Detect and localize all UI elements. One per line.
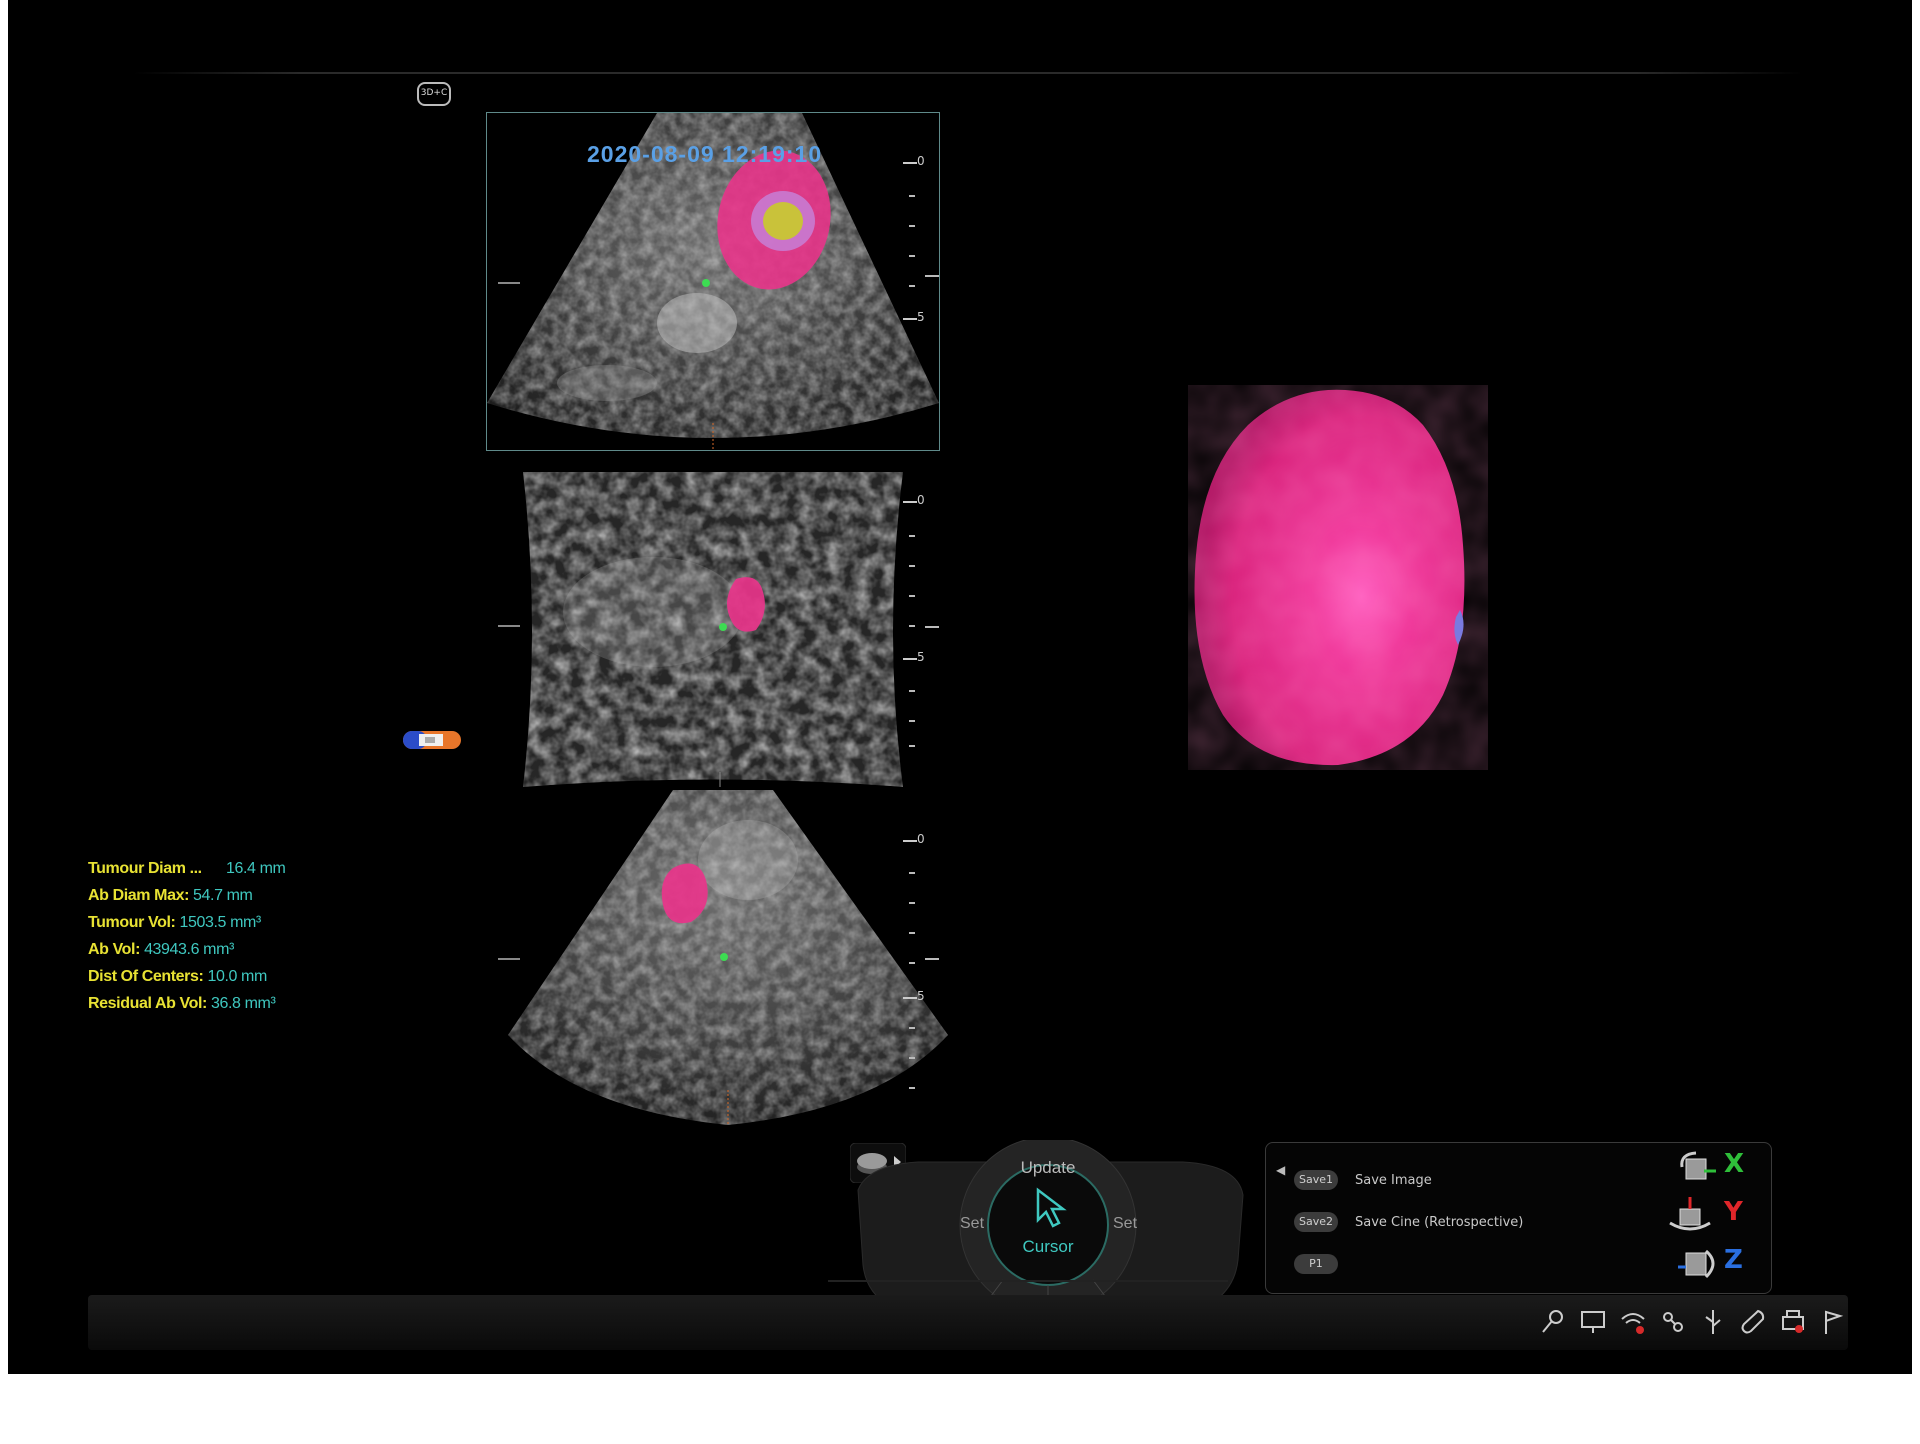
center-marker-left-c — [498, 958, 520, 960]
console-bezel — [828, 1280, 1228, 1282]
printer-icon[interactable] — [1778, 1307, 1808, 1337]
plane-c-scan — [508, 790, 948, 1125]
status-icons — [1538, 1307, 1848, 1337]
center-marker-left-b — [498, 625, 520, 627]
rotate-x-icon[interactable] — [1676, 1149, 1724, 1189]
save-panel: ◀ Save1 Save Image Save2 Save Cine (Retr… — [1265, 1142, 1772, 1294]
p1-row[interactable]: P1 — [1294, 1251, 1355, 1277]
update-button[interactable]: Update — [1018, 1158, 1078, 1178]
probe-orientation-icon — [403, 731, 461, 749]
key-icon[interactable] — [1538, 1307, 1568, 1337]
depth-ruler-c: 0 5 — [903, 832, 943, 1102]
network-icon[interactable] — [1658, 1307, 1688, 1337]
wrench-icon[interactable] — [1738, 1307, 1768, 1337]
collapse-arrow-icon[interactable]: ◀ — [1276, 1163, 1285, 1177]
measurement-row: Ab Diam Max: 54.7 mm — [88, 887, 253, 904]
measurement-row: Tumour Diam ... 16.4 mm — [88, 860, 286, 877]
save2-key[interactable]: Save2 — [1294, 1212, 1338, 1232]
axis-z-label: Z — [1724, 1245, 1743, 1275]
save2-label: Save Cine (Retrospective) — [1355, 1214, 1524, 1230]
measurement-results: Tumour Diam ... 16.4 mm Ab Diam Max: 54.… — [88, 855, 448, 1017]
3d-tumour-render[interactable] — [1188, 385, 1488, 770]
axis-y-label: Y — [1724, 1197, 1743, 1227]
rotate-z-icon[interactable] — [1676, 1243, 1724, 1283]
top-divider — [133, 72, 1803, 74]
save-image-row[interactable]: Save1 Save Image — [1294, 1167, 1432, 1193]
measurement-row: Tumour Vol: 1503.5 mm³ — [88, 914, 261, 931]
acquisition-timestamp: 2020-08-09 12:19:10 — [587, 141, 823, 167]
plane-c-view[interactable] — [508, 790, 948, 1125]
plane-b-scan — [523, 472, 903, 787]
ultrasound-screen: 3D+C 2020-08-09 12:19:10 0 5 0 5 0 5 Tum… — [8, 0, 1912, 1374]
center-marker-left-a — [498, 282, 520, 284]
axis-x-label: X — [1724, 1149, 1745, 1179]
depth-ruler-a: 0 5 — [903, 150, 943, 380]
depth-ruler-b: 0 5 — [903, 493, 943, 755]
save-cine-row[interactable]: Save2 Save Cine (Retrospective) — [1294, 1209, 1523, 1235]
wifi-off-icon[interactable] — [1618, 1307, 1648, 1337]
plane-a-view[interactable]: 2020-08-09 12:19:10 — [486, 112, 940, 451]
set-left-button[interactable]: Set — [960, 1215, 984, 1233]
usb-icon[interactable] — [1698, 1307, 1728, 1337]
measurement-row: Residual Ab Vol: 36.8 mm³ — [88, 995, 276, 1012]
rotate-y-icon[interactable] — [1666, 1195, 1714, 1235]
measurement-row: Dist Of Centers: 10.0 mm — [88, 968, 267, 985]
p1-key[interactable]: P1 — [1294, 1254, 1338, 1274]
flag-icon[interactable] — [1818, 1307, 1848, 1337]
save1-key[interactable]: Save1 — [1294, 1170, 1338, 1190]
orientation-badge: 3D+C — [417, 82, 451, 106]
monitor-icon[interactable] — [1578, 1307, 1608, 1337]
measurement-row: Ab Vol: 43943.6 mm³ — [88, 941, 234, 958]
plane-b-view[interactable] — [513, 472, 908, 787]
set-right-button[interactable]: Set — [1113, 1215, 1137, 1233]
cursor-button[interactable]: Cursor — [1013, 1237, 1083, 1257]
save1-label: Save Image — [1355, 1172, 1432, 1188]
